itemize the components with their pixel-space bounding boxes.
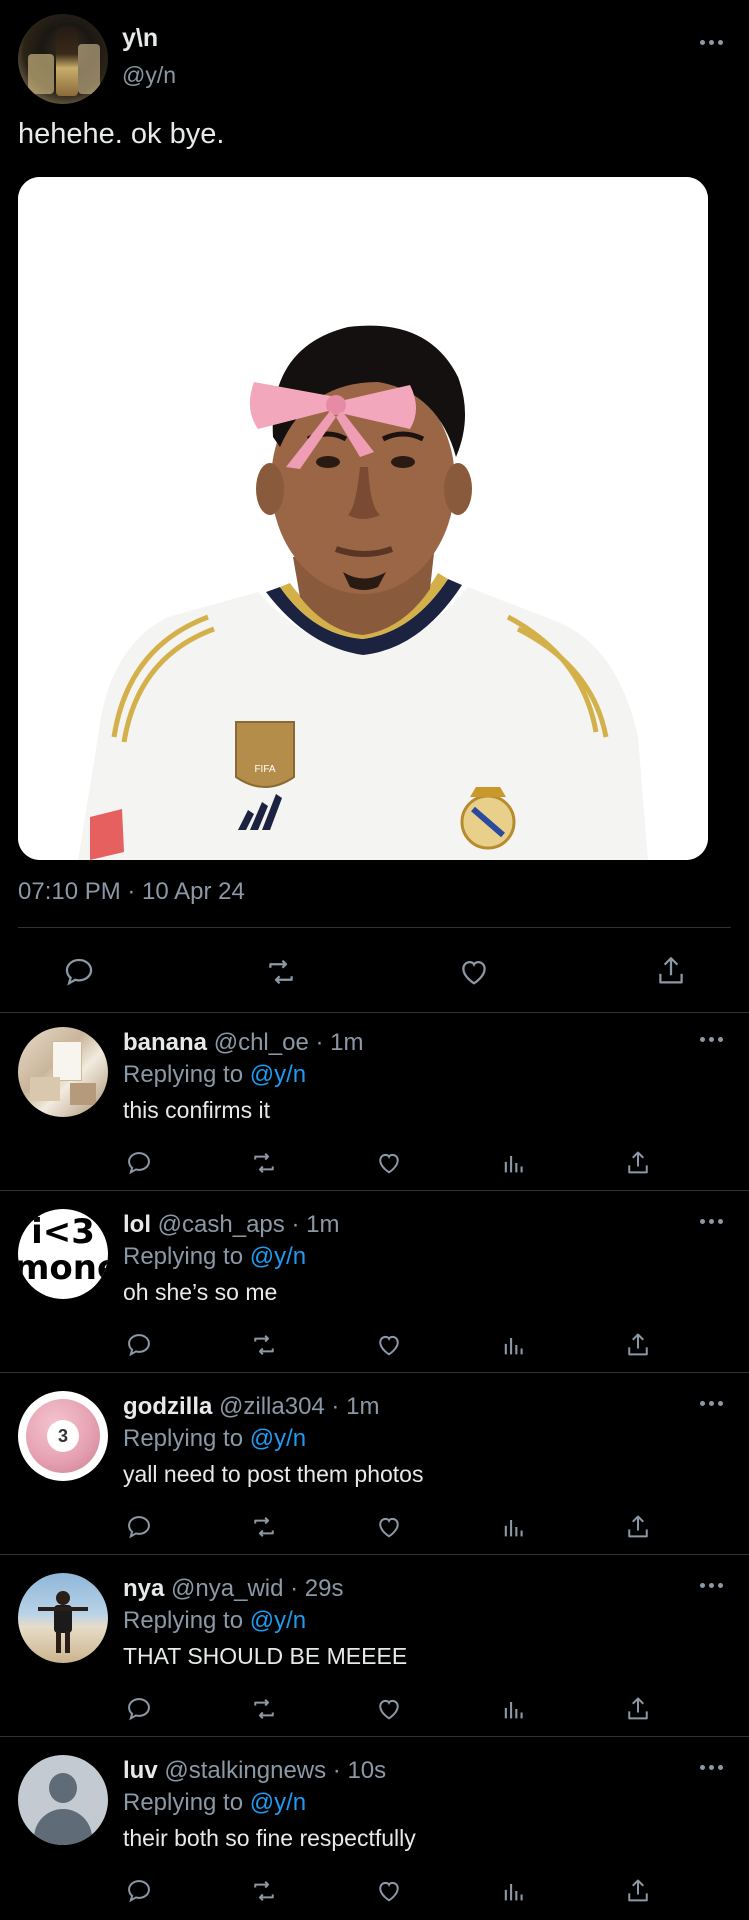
reply-icon[interactable] — [125, 1149, 153, 1177]
share-icon[interactable] — [624, 1513, 652, 1541]
more-options-icon[interactable] — [700, 1219, 724, 1225]
reply-time: 29s — [304, 1575, 344, 1602]
retweet-icon[interactable] — [250, 1877, 278, 1905]
share-icon[interactable] — [624, 1331, 652, 1359]
reply-author-name[interactable]: banana — [123, 1029, 207, 1056]
reply-text: this confirms it — [123, 1097, 270, 1123]
reply-actions — [0, 1877, 749, 1911]
author-avatar[interactable] — [18, 14, 108, 104]
like-icon[interactable] — [374, 1513, 404, 1541]
analytics-icon[interactable] — [500, 1149, 528, 1177]
share-icon[interactable] — [624, 1877, 652, 1905]
replying-to: Replying to @y/n — [123, 1243, 307, 1270]
divider — [0, 1372, 749, 1373]
retweet-icon[interactable] — [250, 1331, 278, 1359]
tweet-media-image[interactable]: FIFA — [18, 177, 708, 860]
reply-author-handle[interactable]: @cash_aps — [158, 1211, 285, 1238]
reply-item[interactable]: banana @chl_oe · 1m Replying to @y/n thi… — [0, 1013, 749, 1195]
reply-icon[interactable] — [62, 955, 96, 989]
analytics-icon[interactable] — [500, 1513, 528, 1541]
analytics-icon[interactable] — [500, 1695, 528, 1723]
reply-actions — [0, 1331, 749, 1365]
reply-text: oh she’s so me — [123, 1279, 278, 1305]
analytics-icon[interactable] — [500, 1877, 528, 1905]
like-icon[interactable] — [374, 1877, 404, 1905]
reply-time: 10s — [347, 1757, 387, 1784]
reply-author-handle[interactable]: @nya_wid — [171, 1575, 283, 1602]
reply-actions — [0, 1149, 749, 1183]
reply-icon[interactable] — [125, 1513, 153, 1541]
replying-to: Replying to @y/n — [123, 1607, 307, 1634]
replying-to: Replying to @y/n — [123, 1061, 307, 1088]
like-icon[interactable] — [456, 955, 492, 989]
reply-text: yall need to post them photos — [123, 1461, 424, 1487]
replying-to: Replying to @y/n — [123, 1425, 307, 1452]
reply-actions — [0, 1695, 749, 1729]
author-name[interactable]: y\n — [122, 24, 158, 53]
share-icon[interactable] — [624, 1695, 652, 1723]
reply-icon[interactable] — [125, 1877, 153, 1905]
reply-item[interactable]: luv @stalkingnews · 10s Replying to @y/n… — [0, 1741, 749, 1920]
mention-link[interactable]: @y/n — [250, 1789, 306, 1816]
divider — [0, 1554, 749, 1555]
reply-text: their both so fine respectfully — [123, 1825, 416, 1851]
default-avatar[interactable] — [18, 1755, 108, 1845]
reply-icon[interactable] — [125, 1331, 153, 1359]
divider — [0, 1190, 749, 1191]
mention-link[interactable]: @y/n — [250, 1607, 306, 1634]
retweet-icon[interactable] — [250, 1149, 278, 1177]
reply-time: 1m — [330, 1029, 364, 1056]
more-options-icon[interactable] — [700, 1401, 724, 1407]
retweet-icon[interactable] — [264, 955, 298, 989]
reply-time: 1m — [346, 1393, 380, 1420]
more-options-icon[interactable] — [700, 1037, 724, 1043]
divider — [18, 927, 731, 928]
mention-link[interactable]: @y/n — [250, 1425, 306, 1452]
more-options-icon[interactable] — [700, 1583, 724, 1589]
tweet-text: hehehe. ok bye. — [18, 118, 225, 150]
divider — [0, 1736, 749, 1737]
retweet-icon[interactable] — [250, 1513, 278, 1541]
player-photo: FIFA — [18, 177, 708, 860]
fifa-badge-text: FIFA — [254, 764, 275, 775]
pool-ball-avatar[interactable]: 3 — [18, 1391, 108, 1481]
share-icon[interactable] — [624, 1149, 652, 1177]
reply-author-name[interactable]: lol — [123, 1211, 151, 1238]
mention-link[interactable]: @y/n — [250, 1061, 306, 1088]
replying-to: Replying to @y/n — [123, 1789, 307, 1816]
reply-item[interactable]: i<3 mone lol @cash_aps · 1m Replying to … — [0, 1195, 749, 1377]
reply-author-name[interactable]: luv — [123, 1757, 158, 1784]
reply-item[interactable]: 3 godzilla @zilla304 · 1m Replying to @y… — [0, 1377, 749, 1559]
retweet-icon[interactable] — [250, 1695, 278, 1723]
reply-icon[interactable] — [125, 1695, 153, 1723]
reply-text: THAT SHOULD BE MEEEE — [123, 1643, 408, 1669]
reply-author-handle[interactable]: @chl_oe — [214, 1029, 309, 1056]
author-handle[interactable]: @y/n — [122, 62, 176, 89]
beach-person-avatar[interactable] — [18, 1573, 108, 1663]
reply-time: 1m — [306, 1211, 340, 1238]
like-icon[interactable] — [374, 1149, 404, 1177]
main-post: y\n @y/n hehehe. ok bye. FIFA 07:10 PM ·… — [0, 0, 749, 1013]
like-icon[interactable] — [374, 1695, 404, 1723]
like-icon[interactable] — [374, 1331, 404, 1359]
reply-author-name[interactable]: godzilla — [123, 1393, 212, 1420]
reply-actions — [0, 1513, 749, 1547]
more-options-icon[interactable] — [700, 1765, 724, 1771]
reply-author-handle[interactable]: @stalkingnews — [164, 1757, 326, 1784]
share-icon[interactable] — [654, 953, 688, 989]
i-love-money-avatar[interactable]: i<3 mone — [18, 1209, 108, 1299]
collage-avatar[interactable] — [18, 1027, 108, 1117]
mention-link[interactable]: @y/n — [250, 1243, 306, 1270]
analytics-icon[interactable] — [500, 1331, 528, 1359]
reply-author-name[interactable]: nya — [123, 1575, 164, 1602]
reply-item[interactable]: nya @nya_wid · 29s Replying to @y/n THAT… — [0, 1559, 749, 1741]
more-options-icon[interactable] — [700, 40, 724, 46]
reply-author-handle[interactable]: @zilla304 — [219, 1393, 325, 1420]
tweet-timestamp: 07:10 PM · 10 Apr 24 — [18, 878, 245, 905]
